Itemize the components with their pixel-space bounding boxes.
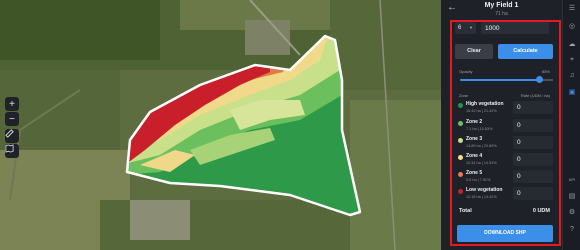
sliders-icon[interactable]: ▤: [567, 192, 577, 200]
map-pin-icon[interactable]: ⌖: [567, 56, 577, 64]
panel-header: ← My Field 1 71 ha: [441, 0, 562, 22]
help-icon[interactable]: ?: [567, 226, 577, 233]
cloud-icon[interactable]: ☁: [567, 40, 577, 48]
zoom-in-button[interactable]: +: [5, 97, 19, 111]
ruler-icon[interactable]: [5, 129, 19, 143]
globe-icon[interactable]: ◎: [567, 22, 577, 30]
settings-icon[interactable]: ⚙: [567, 208, 577, 216]
api-label[interactable]: API: [565, 177, 579, 182]
field-map[interactable]: + −: [0, 0, 441, 250]
zoom-out-button[interactable]: −: [5, 112, 19, 126]
field-area: 71 ha: [495, 11, 508, 17]
highlight-frame: [450, 20, 561, 246]
field-title: My Field 1: [484, 2, 519, 9]
satellite-map: [0, 0, 441, 250]
right-rail: ☰ ◎ ☁ ⌖ ♫ ▣ API ▤ ⚙ ?: [562, 0, 580, 250]
bell-icon[interactable]: ♫: [567, 72, 577, 79]
hamburger-icon[interactable]: ☰: [567, 4, 577, 12]
map-layers-icon[interactable]: [5, 144, 19, 158]
calendar-icon[interactable]: ▣: [567, 88, 577, 96]
